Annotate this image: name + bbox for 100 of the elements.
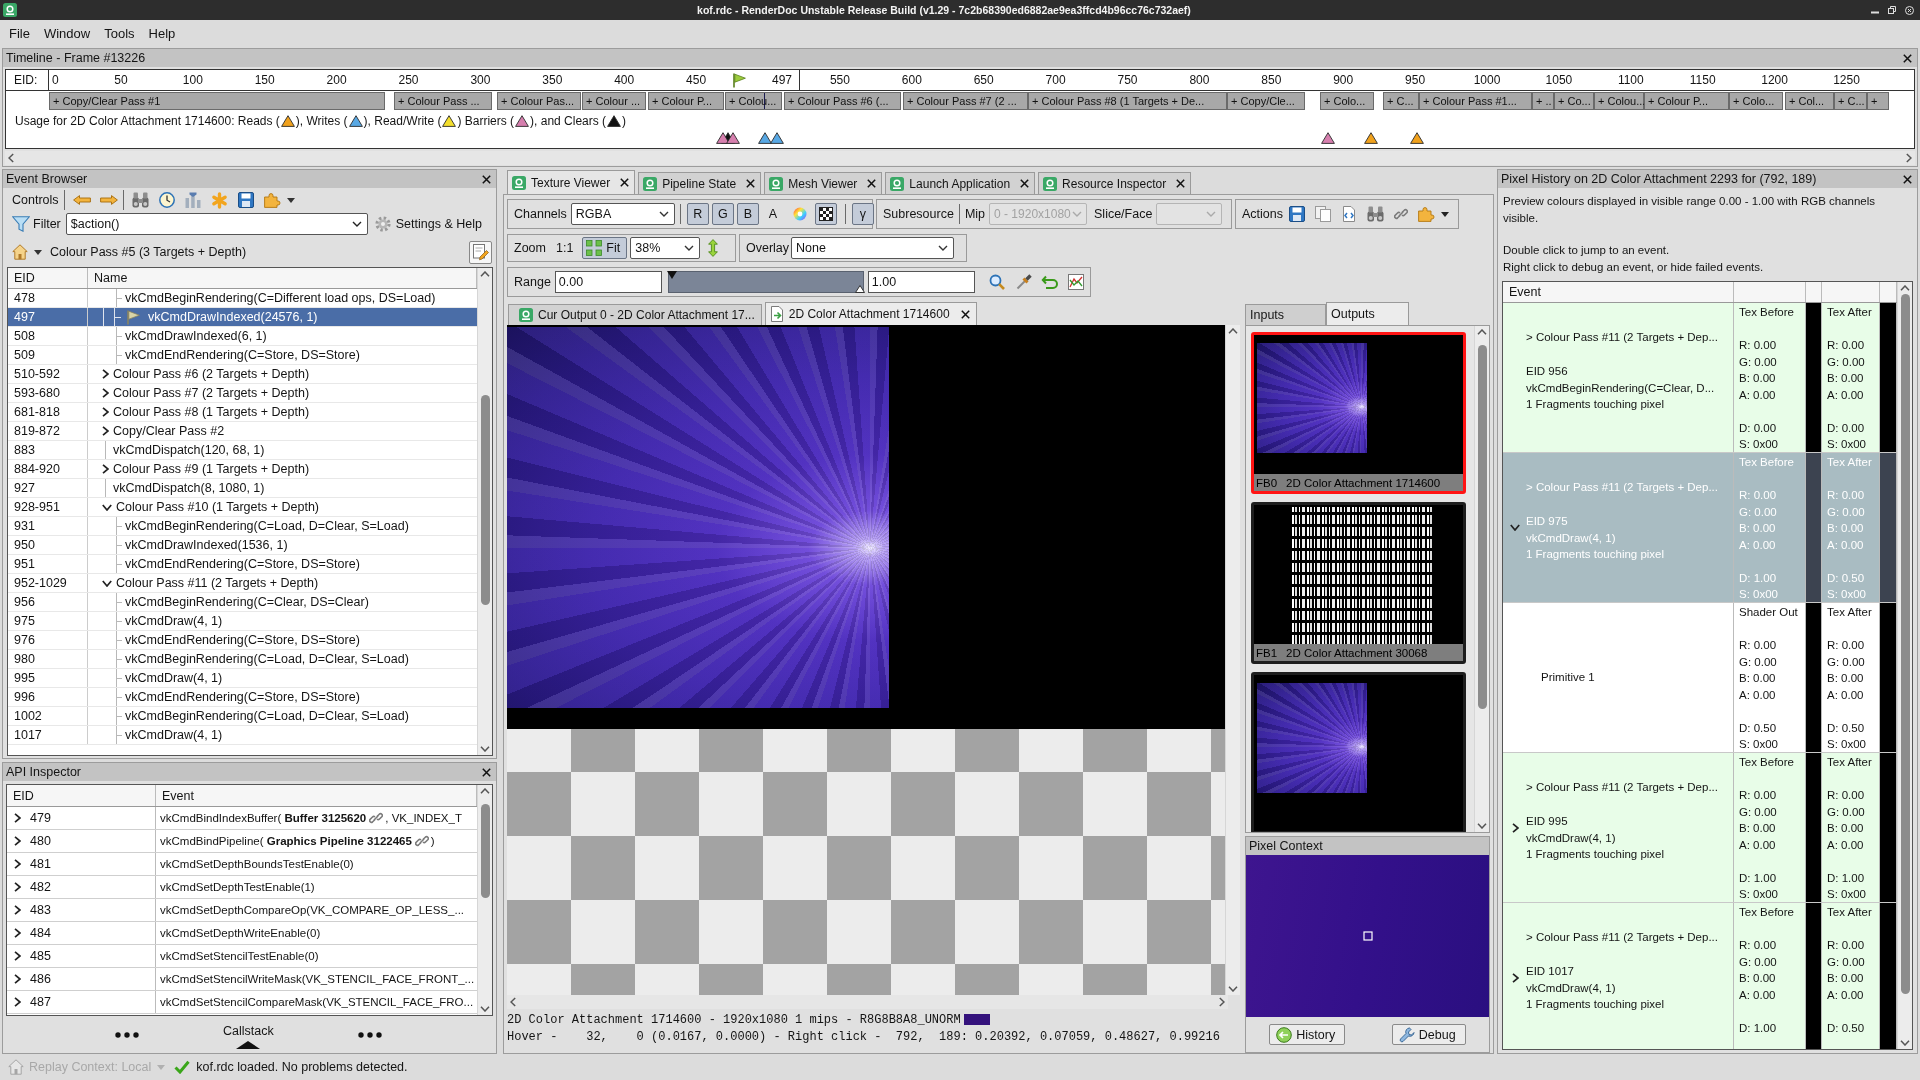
scrollbar[interactable] [1897, 282, 1912, 1049]
event-row[interactable]: 681-818 Colour Pass #8 (1 Targets + Depth) [8, 403, 477, 422]
event-row[interactable]: 1017 vkCmdDraw(4, 1) [8, 726, 477, 745]
chevron-right-icon[interactable] [14, 951, 21, 961]
fit-toggle[interactable]: Fit [582, 237, 628, 259]
caret-icon[interactable] [1441, 211, 1449, 217]
callstack-label[interactable]: Callstack [223, 1024, 274, 1038]
event-row[interactable]: 996 vkCmdEndRendering(C=Store, DS=Store) [8, 688, 477, 707]
scrollbar[interactable] [477, 785, 492, 1015]
tab[interactable]: Outputs [1326, 302, 1409, 325]
close-icon[interactable] [1020, 179, 1030, 188]
scrollbar[interactable] [1225, 325, 1240, 995]
tab[interactable]: Mesh Viewer [764, 172, 883, 194]
event-row[interactable]: 883 vkCmdDispatch(120, 68, 1) [8, 441, 477, 460]
event-row[interactable]: 980 vkCmdBeginRendering(C=Load, D=Clear, S=Load) [8, 650, 477, 669]
channels-dropdown[interactable]: RGBA [570, 203, 675, 225]
chevron-right-icon[interactable] [102, 388, 109, 398]
chevron-up-icon[interactable] [1477, 329, 1487, 335]
document-arrows-icon[interactable] [1341, 206, 1357, 222]
pass-segment[interactable]: + Colour Pass #1... [1419, 92, 1532, 110]
tab[interactable]: Texture Viewer [507, 170, 636, 194]
chevron-down-icon[interactable] [102, 503, 112, 511]
chevron-down-icon[interactable] [480, 1006, 490, 1012]
chevron-down-icon[interactable] [938, 245, 949, 251]
pass-segment[interactable]: + Copy/Clear Pass #1 [49, 92, 385, 110]
chevron-right-icon[interactable] [14, 905, 21, 915]
chevron-up-icon[interactable] [480, 788, 490, 794]
api-row[interactable]: 487 vkCmdSetStencilCompareMask(VK_STENCIL_FACE_FRO... [7, 991, 477, 1014]
chevron-right-icon[interactable] [14, 813, 21, 823]
event-row[interactable]: 995 vkCmdDraw(4, 1) [8, 669, 477, 688]
dots-icon[interactable] [115, 1031, 139, 1038]
arrow-left-icon[interactable] [72, 195, 91, 205]
pass-segment[interactable]: + Colour Pas... [497, 92, 581, 110]
bar-chart-icon[interactable] [184, 192, 201, 208]
chevron-right-icon[interactable] [102, 464, 109, 474]
overlay-dropdown[interactable]: None [791, 237, 955, 259]
scrollbar[interactable] [507, 995, 1228, 1009]
close-icon[interactable] [482, 767, 491, 777]
scrollbar[interactable] [1474, 326, 1489, 832]
event-row[interactable]: 952-1029 Colour Pass #11 (2 Targets + Depth) [8, 574, 477, 593]
chevron-down-icon[interactable] [351, 221, 362, 227]
channel-toggle[interactable]: A [761, 203, 784, 225]
link-icon[interactable] [414, 834, 429, 848]
filter-field[interactable]: $action() [65, 213, 368, 235]
output-thumbnail[interactable]: FB0 2D Color Attachment 1714600 [1251, 332, 1466, 494]
clock-icon[interactable] [158, 192, 175, 208]
tab[interactable]: Cur Output 0 - 2D Color Attachment 17... [508, 304, 762, 325]
magnifier-icon[interactable] [988, 274, 1005, 290]
menu-item[interactable]: Help [148, 25, 176, 41]
range-min-field[interactable]: 0.00 [554, 271, 662, 293]
range-max-field[interactable]: 1.00 [867, 271, 975, 293]
scrollbar-thumb[interactable] [1900, 294, 1910, 994]
chevron-right-icon[interactable] [14, 997, 21, 1007]
api-row[interactable]: 479 vkCmdBindIndexBuffer( Buffer 3125620 , VK_INDEX_T [7, 807, 477, 830]
menu-item[interactable]: Window [43, 25, 91, 41]
pass-segment[interactable]: + Colour Pass #8 (1 Targets + De... [1028, 92, 1227, 110]
chevron-right-icon[interactable] [1511, 972, 1519, 983]
chevron-right-icon[interactable] [14, 859, 21, 869]
event-row[interactable]: 928-951 Colour Pass #10 (1 Targets + Depth) [8, 498, 477, 517]
chevron-down-icon[interactable] [1228, 986, 1238, 992]
chevron-up-icon[interactable] [1900, 285, 1910, 291]
slider-handle-icon[interactable] [854, 285, 865, 293]
chevron-right-icon[interactable] [1511, 822, 1519, 833]
caret-icon[interactable] [286, 197, 295, 203]
caret-icon[interactable] [34, 249, 42, 255]
chevron-down-icon[interactable] [684, 245, 695, 251]
event-row[interactable]: 510-592 Colour Pass #6 (2 Targets + Depth) [8, 365, 477, 384]
vertical-arrows-icon[interactable] [708, 239, 719, 257]
link-icon[interactable] [369, 811, 384, 825]
history-row[interactable]: Primitive 1 Shader Out R: 0.00 G: 0.00 B: 0.00 A: 0.00 D: 0.50 S: 0x00 Tex After R: 0.00 G: 0.00 B: 0.00 A: 0.00 D: 0.50 S: 0x00 [1503, 603, 1897, 753]
save-icon[interactable] [237, 192, 254, 208]
save-icon[interactable] [1289, 206, 1305, 222]
edit-button[interactable] [469, 240, 492, 264]
pass-segment[interactable]: + Col... [1785, 92, 1834, 110]
chevron-right-icon[interactable] [1219, 997, 1225, 1007]
dots-icon[interactable] [357, 1031, 382, 1038]
chevron-left-icon[interactable] [8, 153, 14, 163]
pipette-icon[interactable] [1015, 274, 1032, 290]
channel-toggle[interactable]: R [686, 203, 709, 225]
event-row[interactable]: 593-680 Colour Pass #7 (2 Targets + Depth) [8, 384, 477, 403]
pass-segment[interactable]: + Colour P... [1644, 92, 1729, 110]
scrollbar[interactable] [5, 151, 1915, 165]
api-row[interactable]: 485 vkCmdSetStencilTestEnable(0) [7, 945, 477, 968]
pass-segment[interactable]: + C... [1834, 92, 1867, 110]
pass-segment[interactable]: + .. [1532, 92, 1554, 110]
scrollbar-thumb[interactable] [480, 395, 490, 605]
channel-toggle[interactable]: G [711, 203, 734, 225]
link-icon[interactable] [1394, 207, 1408, 221]
chevron-down-icon[interactable] [480, 746, 490, 752]
api-row[interactable]: 483 vkCmdSetDepthCompareOp(VK_COMPARE_OP_LESS_... [7, 899, 477, 922]
event-row[interactable]: 508 vkCmdDrawIndexed(6, 1) [8, 327, 477, 346]
history-row[interactable]: > Colour Pass #11 (2 Targets + Dep... EID 1017 vkCmdDraw(4, 1) 1 Fragments touching pixel Tex Before R: 0.00 G: 0.00 B: 0.00 A: 0.00 D: 1.00 Tex After R: 0.00 G: 0.00 B: 0.00 A: 0.00 D: 0.50 [1503, 903, 1897, 1049]
tab[interactable]: Launch Application [885, 172, 1036, 194]
history-row[interactable] [1503, 453, 1897, 603]
chevron-right-icon[interactable] [1906, 153, 1912, 163]
chevron-right-icon[interactable] [14, 928, 21, 938]
chevron-up-icon[interactable] [1228, 328, 1238, 334]
chevron-up-icon[interactable] [480, 271, 490, 277]
gamma-toggle[interactable]: γ [851, 203, 874, 225]
binoculars-icon[interactable] [1367, 206, 1384, 222]
